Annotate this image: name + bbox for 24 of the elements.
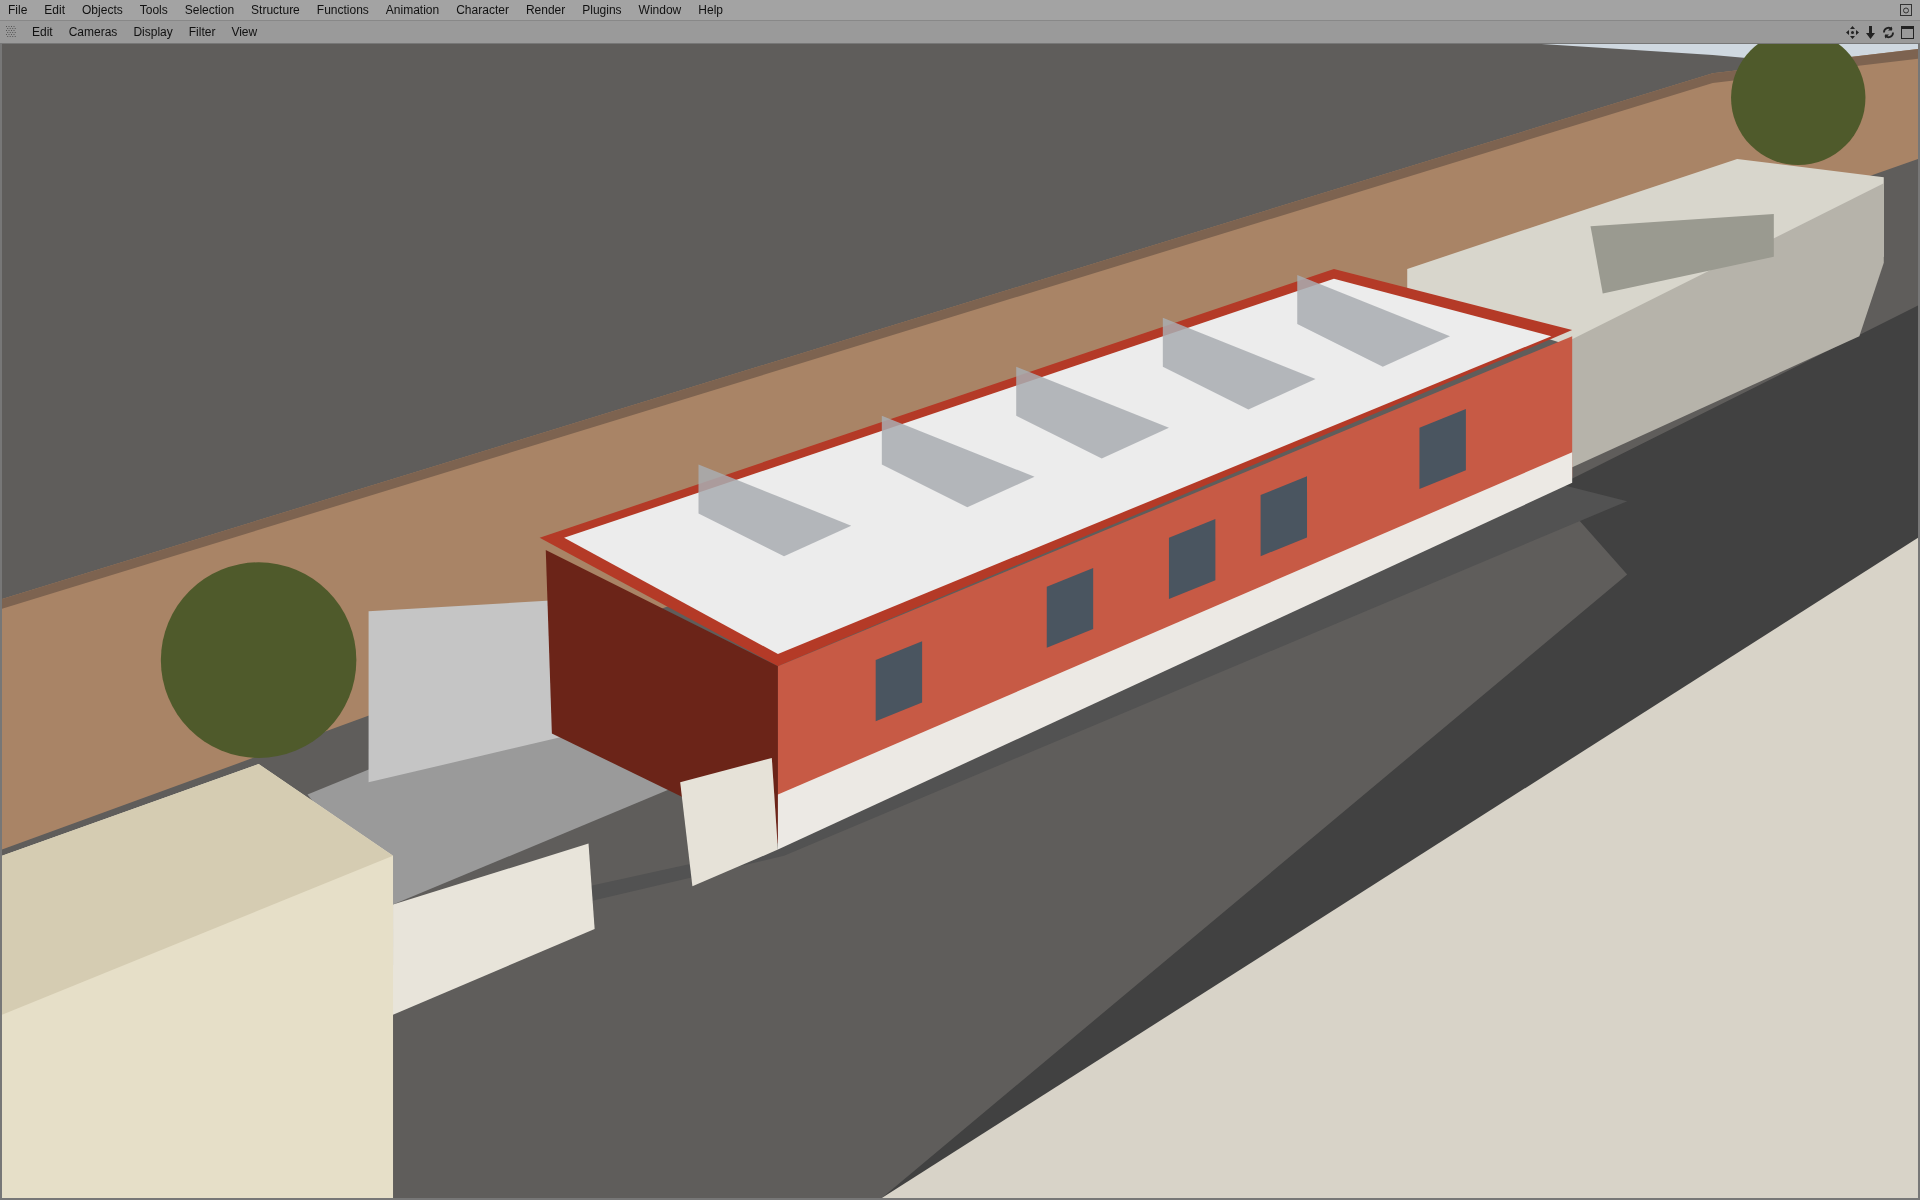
menu-item[interactable]: Structure bbox=[251, 3, 300, 17]
viewport-menu-item[interactable]: Edit bbox=[32, 25, 53, 39]
grip-icon[interactable] bbox=[6, 26, 16, 38]
menu-item[interactable]: Help bbox=[698, 3, 723, 17]
menu-item[interactable]: Render bbox=[525, 3, 566, 17]
move-icon[interactable] bbox=[1846, 25, 1859, 39]
zoom-arrow-icon[interactable] bbox=[1865, 25, 1876, 39]
viewport-menu-item[interactable]: View bbox=[231, 25, 258, 39]
maximize-icon[interactable] bbox=[1901, 25, 1914, 39]
menu-item[interactable]: Window bbox=[638, 3, 682, 17]
rotate-icon[interactable] bbox=[1882, 25, 1895, 39]
menu-item[interactable]: Animation bbox=[385, 3, 440, 17]
viewport-menu-item[interactable]: Filter bbox=[188, 25, 216, 39]
menu-item[interactable]: Selection bbox=[184, 3, 235, 17]
menu-item[interactable]: Functions bbox=[316, 3, 369, 17]
menu-item[interactable]: Tools bbox=[139, 3, 168, 17]
viewport-menu-item[interactable]: Cameras bbox=[68, 25, 118, 39]
menu-item[interactable]: Objects bbox=[82, 3, 123, 17]
restore-window-icon[interactable] bbox=[1900, 4, 1912, 16]
menu-item[interactable]: Plugins bbox=[582, 3, 622, 17]
menu-item[interactable]: Edit bbox=[44, 3, 66, 17]
menu-item[interactable]: File bbox=[8, 3, 28, 17]
menu-item[interactable]: Character bbox=[456, 3, 509, 17]
viewport-menu-item[interactable]: Display bbox=[133, 25, 173, 39]
